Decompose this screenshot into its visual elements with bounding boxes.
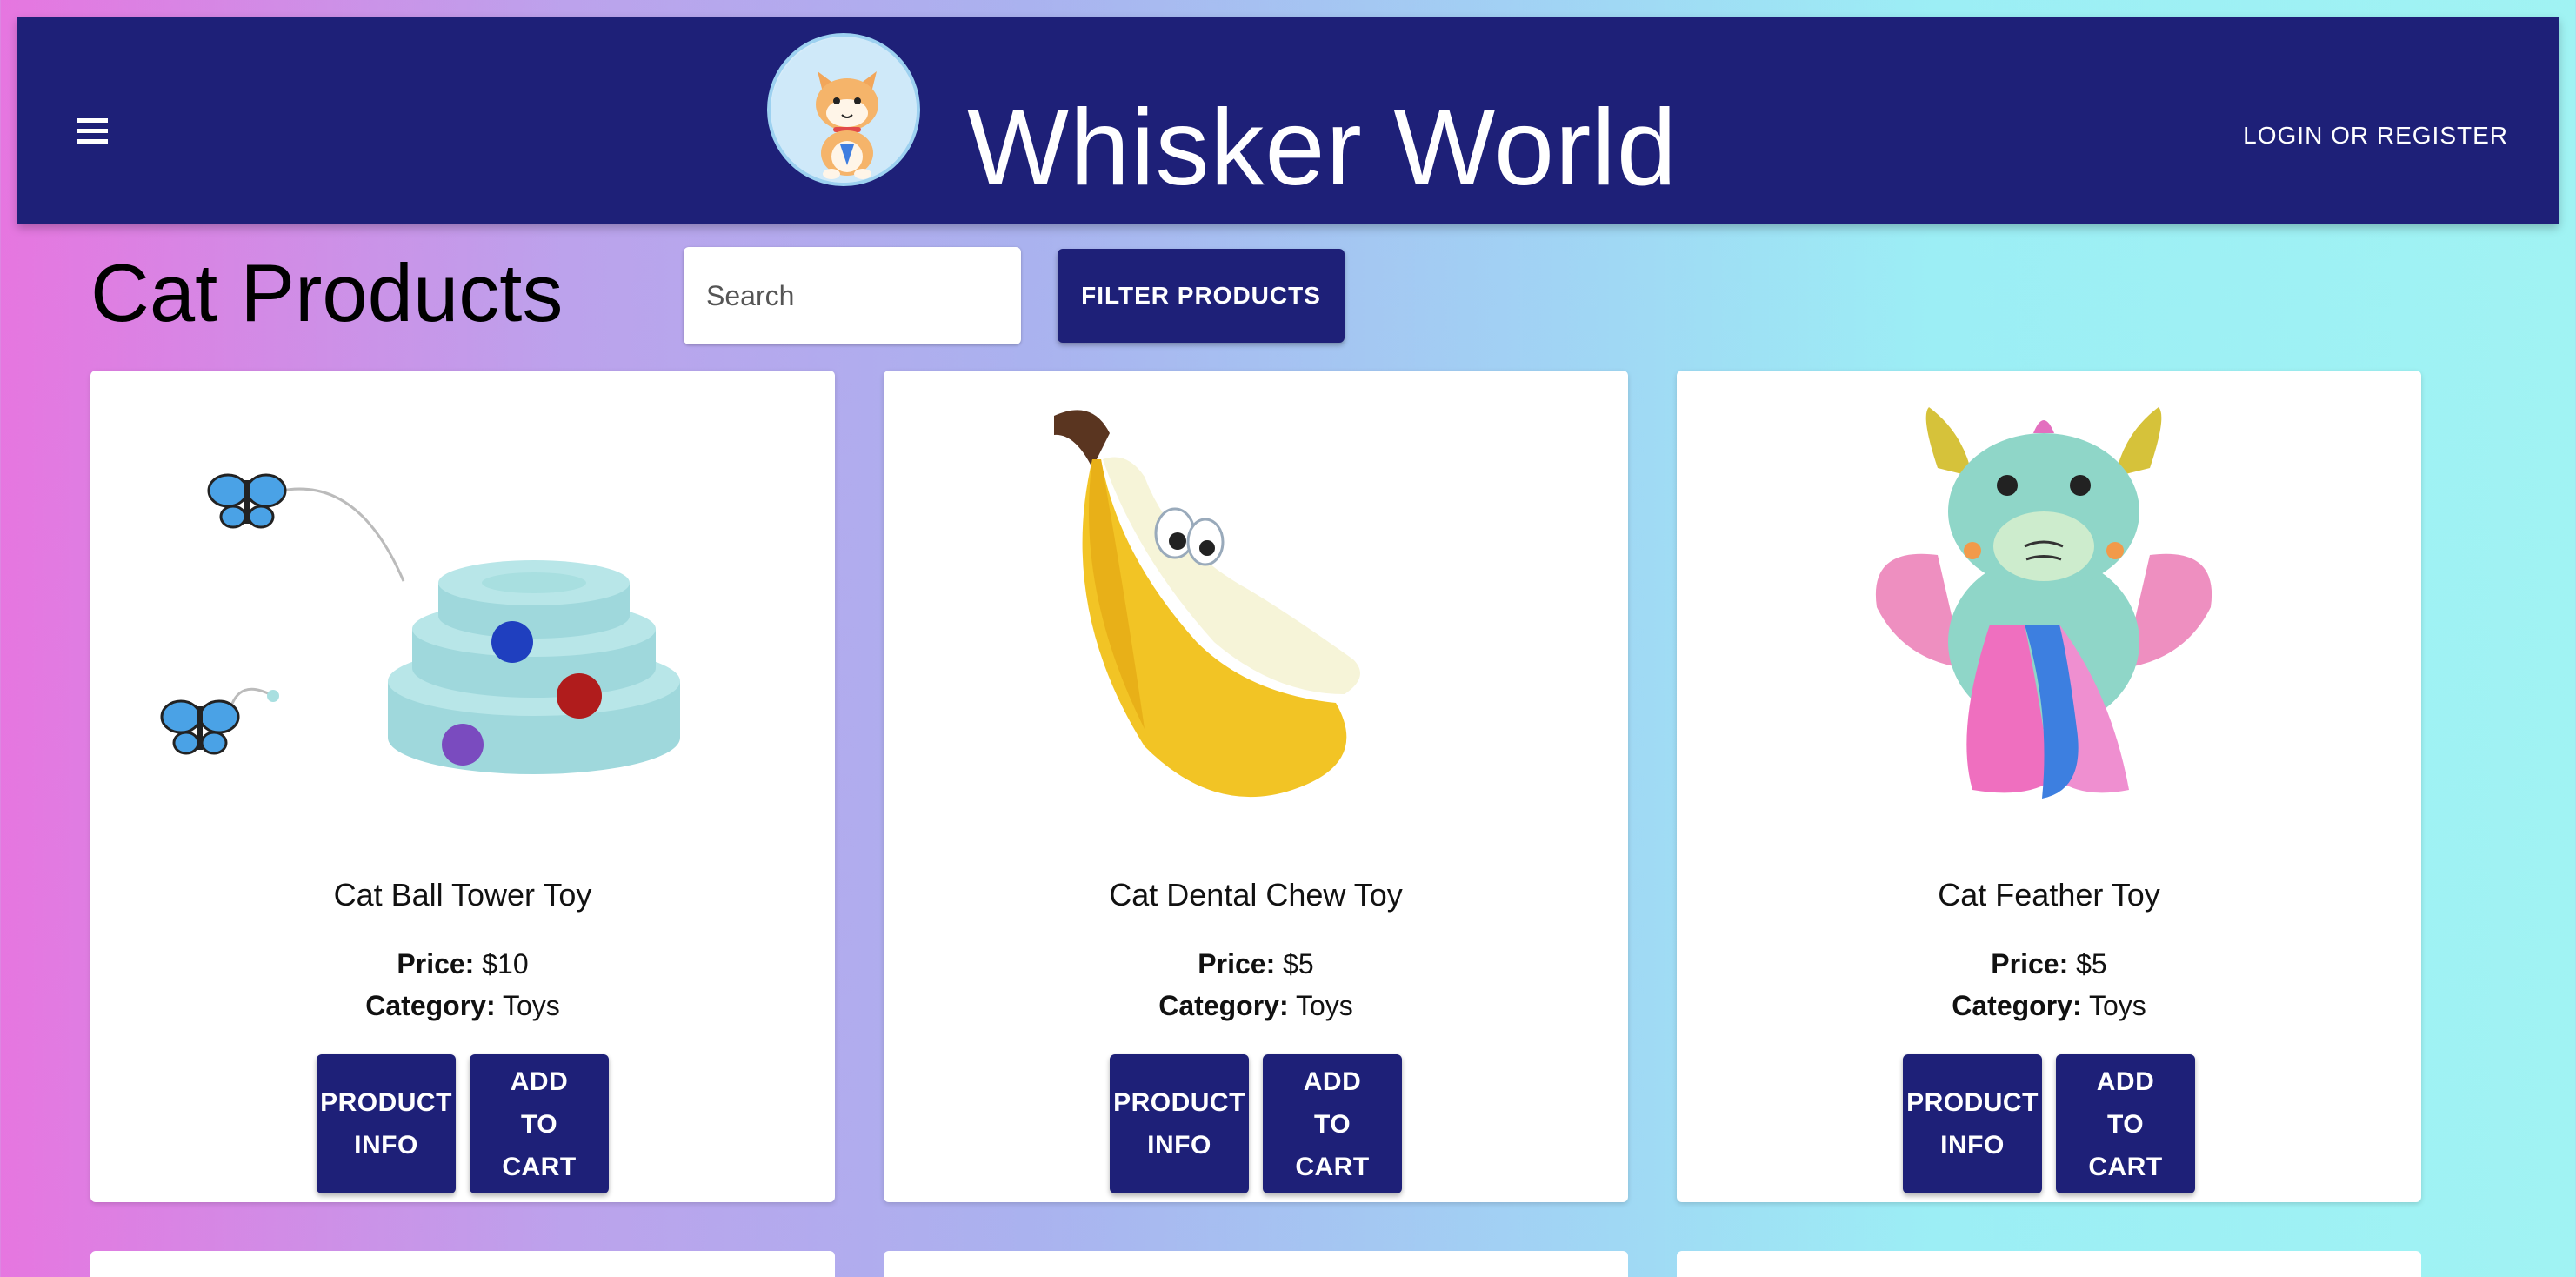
category-value: Toys xyxy=(1295,990,1353,1021)
price-value: $5 xyxy=(2076,948,2107,979)
add-to-cart-button[interactable]: ADD TO CART xyxy=(470,1054,609,1193)
product-info-label: PRODUCT INFO xyxy=(320,1088,452,1160)
product-price: Price: $10 xyxy=(90,948,835,980)
app-bar: Whisker World LOGIN OR REGISTER xyxy=(17,17,2559,224)
filter-products-button[interactable]: FILTER PRODUCTS xyxy=(1058,249,1345,343)
product-name: Cat Dental Chew Toy xyxy=(1109,877,1403,913)
product-card: Cat Feather Toy Price: $5 Category: Toys… xyxy=(1677,371,2421,1202)
brand-title[interactable]: Whisker World xyxy=(967,94,1678,202)
category-value: Toys xyxy=(502,990,560,1021)
product-card: Cat Dental Chew Toy Price: $5 Category: … xyxy=(884,371,1628,1202)
cat-logo[interactable] xyxy=(767,33,920,186)
category-label: Category: xyxy=(1952,990,2082,1021)
category-value: Toys xyxy=(2088,990,2146,1021)
product-card-partial xyxy=(884,1251,1628,1277)
product-category: Category: Toys xyxy=(1677,990,2421,1022)
category-label: Category: xyxy=(1158,990,1289,1021)
add-to-cart-label: ADD TO CART xyxy=(502,1066,577,1181)
product-image xyxy=(90,381,835,816)
product-name: Cat Feather Toy xyxy=(1938,877,2160,913)
product-category: Category: Toys xyxy=(90,990,835,1022)
price-value: $5 xyxy=(1283,948,1314,979)
product-info-label: PRODUCT INFO xyxy=(1906,1088,2039,1160)
product-info-button[interactable]: PRODUCT INFO xyxy=(1903,1054,2042,1193)
product-info-label: PRODUCT INFO xyxy=(1113,1088,1245,1160)
price-label: Price: xyxy=(397,948,475,979)
add-to-cart-button[interactable]: ADD TO CART xyxy=(2056,1054,2195,1193)
product-info-button[interactable]: PRODUCT INFO xyxy=(317,1054,456,1193)
banana-chew-toy-image xyxy=(1054,410,1360,798)
dragon-feather-toy-image xyxy=(1875,407,2212,799)
add-to-cart-label: ADD TO CART xyxy=(2088,1066,2163,1181)
menu-icon[interactable] xyxy=(64,110,118,153)
ball-tower-toy-image xyxy=(160,473,680,774)
product-price: Price: $5 xyxy=(1677,948,2421,980)
cat-logo-image xyxy=(771,37,917,183)
product-image xyxy=(884,381,1628,816)
price-label: Price: xyxy=(1198,948,1276,979)
product-card-partial xyxy=(1677,1251,2421,1277)
product-image xyxy=(1677,381,2421,816)
search-input[interactable] xyxy=(684,247,1021,344)
price-value: $10 xyxy=(482,948,529,979)
product-info-button[interactable]: PRODUCT INFO xyxy=(1110,1054,1249,1193)
category-label: Category: xyxy=(365,990,496,1021)
login-register-link[interactable]: LOGIN OR REGISTER xyxy=(2243,122,2508,150)
product-price: Price: $5 xyxy=(884,948,1628,980)
product-card-partial xyxy=(90,1251,835,1277)
product-category: Category: Toys xyxy=(884,990,1628,1022)
price-label: Price: xyxy=(1991,948,2069,979)
add-to-cart-button[interactable]: ADD TO CART xyxy=(1263,1054,1402,1193)
page-title: Cat Products xyxy=(90,247,564,338)
add-to-cart-label: ADD TO CART xyxy=(1295,1066,1370,1181)
product-name: Cat Ball Tower Toy xyxy=(333,877,592,913)
product-card: Cat Ball Tower Toy Price: $10 Category: … xyxy=(90,371,835,1202)
